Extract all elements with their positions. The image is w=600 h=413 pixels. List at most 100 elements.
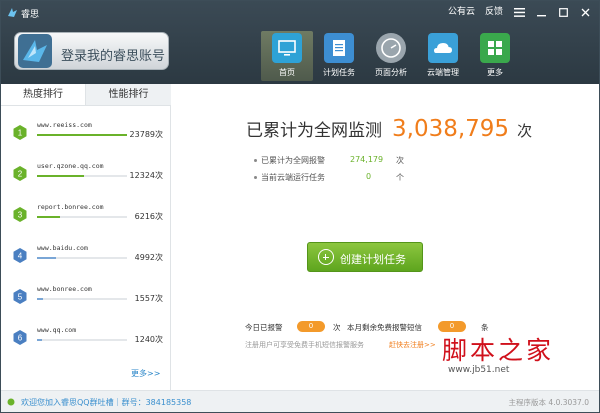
rank-progress-bar — [37, 175, 127, 177]
total-monitoring: 已累计为全网监测 3,038,795 次 — [246, 116, 532, 142]
rank-number: 1 — [18, 129, 23, 138]
ranking-item[interactable]: 1 www.reeiss.com 23789次 — [9, 119, 167, 149]
register-hint: 注册用户可享受免费手机短信报警服务 — [245, 341, 364, 349]
rank-progress-fill — [37, 134, 127, 136]
login-label: 登录我的睿思账号 — [61, 49, 166, 64]
version-label: 主程序版本 4.0.3037.0 — [508, 398, 589, 407]
rank-badge-icon: 2 — [13, 166, 27, 181]
ranking-item[interactable]: 6 www.qq.com 1240次 — [9, 324, 167, 354]
maximize-icon[interactable] — [557, 6, 569, 18]
sidebar-tabs: 热度排行 性能排行 — [1, 84, 171, 106]
rank-number: 6 — [18, 334, 23, 343]
today-alarm-unit: 次 — [333, 323, 341, 332]
nav-page-analysis[interactable]: 页面分析 — [365, 31, 417, 81]
stat-value: 0 — [366, 172, 372, 181]
total-unit: 次 — [517, 122, 533, 140]
rank-progress-bar — [37, 298, 127, 300]
qq-group-icon — [7, 398, 15, 406]
rank-number: 4 — [18, 252, 23, 261]
nav-more[interactable]: 更多 — [469, 31, 521, 81]
rank-domain: user.qzone.qq.com — [37, 162, 104, 170]
rank-progress-bar — [37, 134, 127, 136]
public-cloud-link[interactable]: 公有云 — [448, 6, 475, 18]
sidebar: 热度排行 性能排行 1 www.reeiss.com 23789次 2 user.qzo… — [1, 84, 171, 390]
ranking-item[interactable]: 4 www.baidu.com 4992次 — [9, 242, 167, 272]
create-task-button[interactable]: 创建计划任务 — [307, 242, 423, 272]
rank-domain: www.bonree.com — [37, 285, 92, 293]
minimize-icon[interactable] — [535, 6, 547, 18]
rank-badge-icon: 4 — [13, 248, 27, 263]
stat-unit: 个 — [396, 173, 404, 182]
cloud-icon — [428, 33, 458, 63]
rank-progress-fill — [37, 257, 56, 259]
rank-progress-bar — [37, 257, 127, 259]
stat-unit: 次 — [396, 156, 404, 165]
nav-cloud-management-label: 云端管理 — [427, 68, 459, 77]
nav-more-label: 更多 — [487, 68, 503, 77]
login-button[interactable]: 登录我的睿思账号 — [14, 32, 169, 70]
rank-progress-fill — [37, 175, 84, 177]
rank-count: 6216次 — [134, 212, 163, 221]
monitor-icon — [272, 33, 302, 63]
stat-label: 已累计为全网报警 — [261, 156, 325, 165]
rank-count: 23789次 — [129, 130, 163, 139]
app-logo-icon — [8, 8, 17, 17]
close-icon[interactable] — [579, 6, 591, 18]
register-link[interactable]: 赶快去注册>> — [389, 340, 436, 350]
clipboard-icon — [324, 33, 354, 63]
feedback-link[interactable]: 反馈 — [485, 6, 503, 18]
watermark-text: 脚本之家 — [442, 336, 555, 365]
sms-label: 本月剩余免费报警短信 — [347, 323, 422, 332]
rank-number: 3 — [18, 211, 23, 220]
ranking-item[interactable]: 2 user.qzone.qq.com 12324次 — [9, 160, 167, 190]
rank-count: 12324次 — [129, 171, 163, 180]
today-alarm-label: 今日已报警 — [245, 323, 283, 332]
tab-popularity-ranking[interactable]: 热度排行 — [1, 84, 86, 106]
tab-performance-ranking[interactable]: 性能排行 — [86, 84, 171, 106]
rank-progress-fill — [37, 339, 42, 341]
more-link[interactable]: 更多>> — [131, 368, 160, 379]
gauge-icon — [376, 33, 406, 63]
ranking-item[interactable]: 5 www.bonree.com 1557次 — [9, 283, 167, 313]
title-controls: 公有云 反馈 — [448, 6, 591, 18]
ranking-item[interactable]: 3 report.bonree.com 6216次 — [9, 201, 167, 231]
app-title: 睿思 — [21, 10, 40, 20]
rank-progress-fill — [37, 216, 61, 218]
nav-scheduled-tasks[interactable]: 计划任务 — [313, 31, 365, 81]
stat-row-cloud-tasks: 当前云端运行任务 0 个 — [254, 172, 404, 183]
menu-icon[interactable] — [513, 6, 525, 18]
avatar-icon — [18, 34, 52, 68]
rank-domain: www.reeiss.com — [37, 121, 92, 129]
rank-number: 2 — [18, 170, 23, 179]
rank-count: 1557次 — [134, 294, 163, 303]
rank-count: 1240次 — [134, 335, 163, 344]
rank-domain: report.bonree.com — [37, 203, 104, 211]
nav-home-label: 首页 — [279, 68, 295, 77]
nav-cloud-management[interactable]: 云端管理 — [417, 31, 469, 81]
rank-badge-icon: 1 — [13, 125, 27, 140]
plus-circle-icon — [318, 249, 334, 265]
rank-badge-icon: 6 — [13, 330, 27, 345]
stat-row-alarms: 已累计为全网报警 274,179 次 — [254, 155, 404, 166]
rank-progress-bar — [37, 216, 127, 218]
stat-label: 当前云端运行任务 — [261, 173, 325, 182]
total-value: 3,038,795 — [392, 116, 510, 142]
rank-domain: www.qq.com — [37, 326, 77, 334]
watermark-url: www.jb51.net — [448, 365, 510, 375]
stat-value: 274,179 — [350, 155, 384, 164]
rank-badge-icon: 5 — [13, 289, 27, 304]
rank-badge-icon: 3 — [13, 207, 27, 222]
today-alarm-value: 0 — [297, 321, 325, 332]
total-label: 已累计为全网监测 — [246, 121, 382, 141]
status-bar: 欢迎您加入睿思QQ群吐槽｜群号：384185358 主程序版本 4.0.3037… — [1, 390, 599, 412]
qq-group-message[interactable]: 欢迎您加入睿思QQ群吐槽｜群号：384185358 — [21, 397, 191, 408]
grid-icon — [480, 33, 510, 63]
nav-home[interactable]: 首页 — [261, 31, 313, 81]
rank-progress-fill — [37, 298, 44, 300]
bullet-icon — [254, 176, 257, 179]
nav-page-analysis-label: 页面分析 — [375, 68, 407, 77]
rank-progress-bar — [37, 339, 127, 341]
title-bar: 睿思 公有云 反馈 — [1, 1, 599, 23]
nav-scheduled-tasks-label: 计划任务 — [323, 68, 355, 77]
rank-count: 4992次 — [134, 253, 163, 262]
